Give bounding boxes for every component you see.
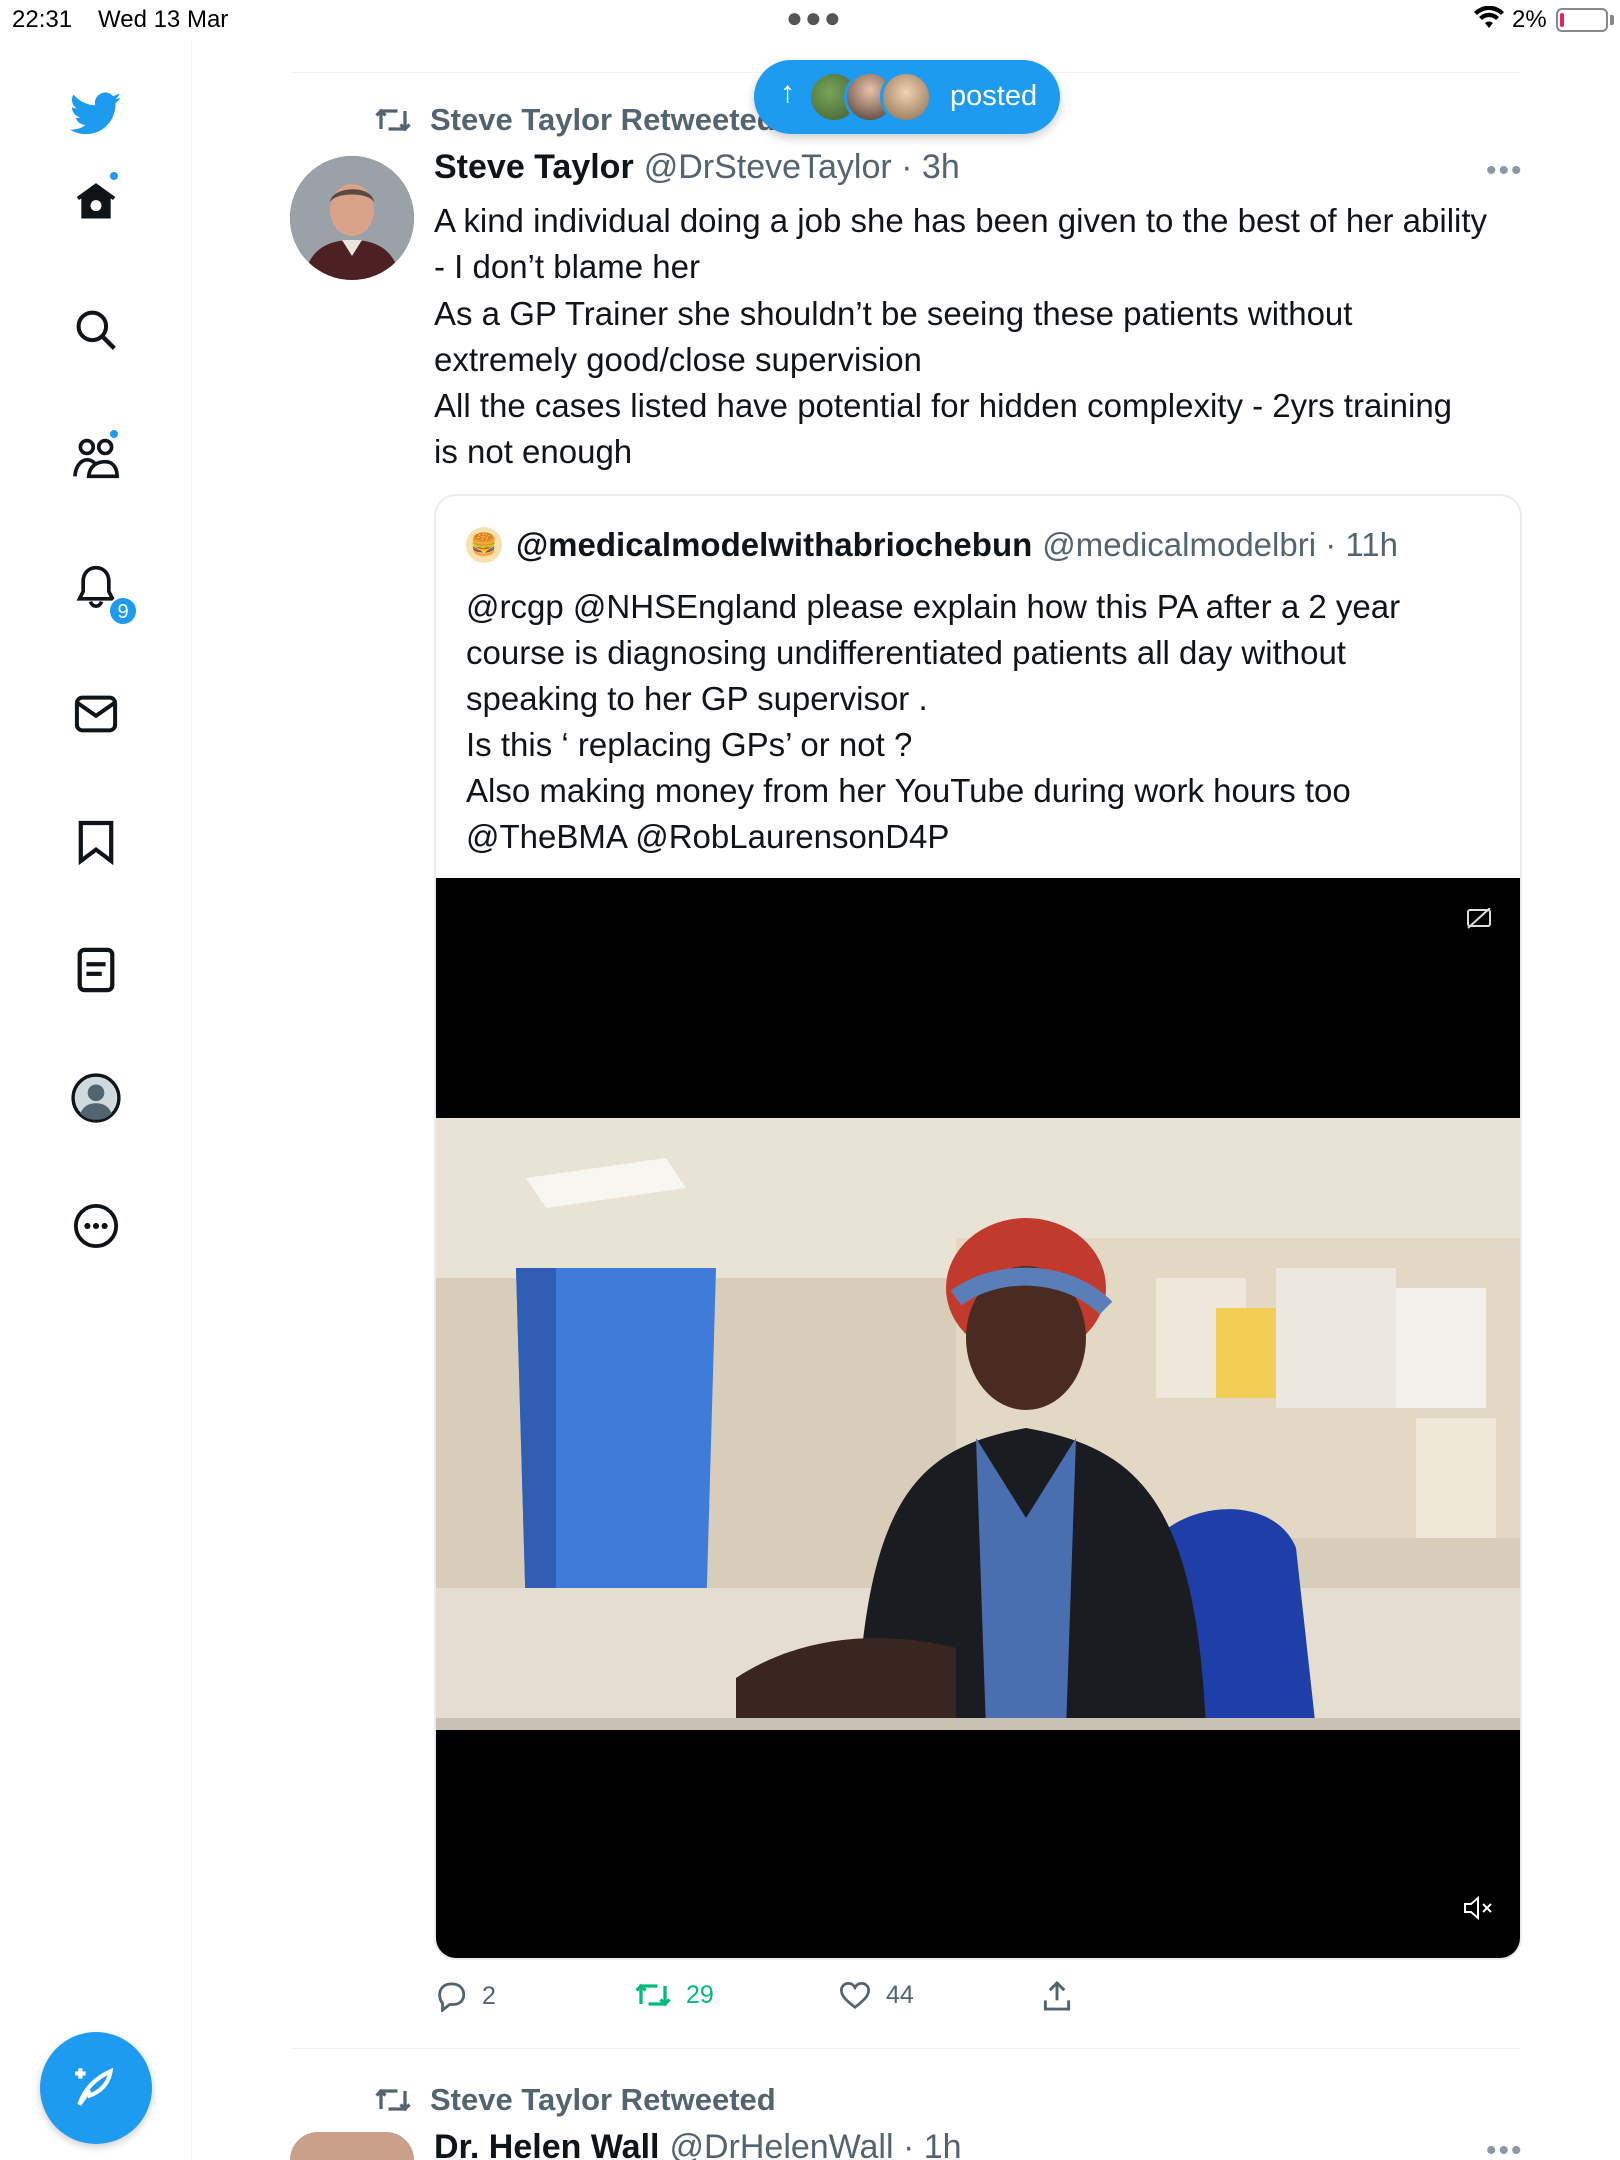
status-time: 22:31 bbox=[12, 6, 73, 33]
pill-avatar-3 bbox=[880, 71, 932, 123]
author-avatar[interactable] bbox=[290, 156, 414, 280]
video-frame[interactable] bbox=[436, 1118, 1520, 1730]
quoted-text-line: speaking to her GP supervisor . bbox=[466, 680, 928, 717]
retweet-button[interactable]: 29 bbox=[634, 1980, 714, 2010]
tweet-text-line: All the cases listed have potential for … bbox=[434, 387, 1453, 425]
author-name[interactable]: Steve Taylor bbox=[434, 148, 634, 187]
quoted-text-line: @rcgp @NHSEngland please explain how thi… bbox=[466, 588, 1401, 625]
notifications-badge: 9 bbox=[108, 596, 138, 626]
author-handle-time[interactable]: @DrHelenWall · 1h bbox=[669, 2128, 961, 2160]
tweet-divider bbox=[290, 2048, 1520, 2049]
profile-icon[interactable] bbox=[64, 1066, 128, 1130]
share-button[interactable] bbox=[1042, 1980, 1072, 2012]
battery-icon bbox=[1556, 8, 1608, 32]
reply-count: 2 bbox=[482, 1981, 496, 2010]
new-posts-label: posted bbox=[950, 80, 1038, 112]
author-name[interactable]: Dr. Helen Wall bbox=[434, 2128, 659, 2160]
communities-icon[interactable] bbox=[64, 426, 128, 490]
search-icon[interactable] bbox=[64, 298, 128, 362]
quoted-text-line: @TheBMA @RobLaurensonD4P bbox=[466, 818, 950, 855]
tweet-more-icon[interactable]: ••• bbox=[1486, 154, 1524, 188]
status-bar: 22:31 Wed 13 Mar ●●● 2% bbox=[0, 0, 1620, 40]
messages-icon[interactable] bbox=[64, 682, 128, 746]
home-icon[interactable] bbox=[64, 170, 128, 234]
tweet-actions: 2 29 44 bbox=[434, 1980, 1134, 2020]
battery-tip bbox=[1610, 15, 1614, 25]
captions-off-icon[interactable] bbox=[1466, 907, 1492, 937]
tweet-text-line: A kind individual doing a job she has be… bbox=[434, 202, 1488, 239]
tweet-header: Steve Taylor @DrSteveTaylor · 3h bbox=[434, 148, 960, 187]
compose-tweet-button[interactable] bbox=[40, 2032, 152, 2144]
author-handle-time[interactable]: @DrSteveTaylor · 3h bbox=[644, 148, 960, 187]
quoted-tweet-header: 🍔 @medicalmodelwithabriochebun @medicalm… bbox=[466, 526, 1398, 564]
mute-toggle-icon[interactable] bbox=[1462, 1894, 1494, 1927]
tweet-more-icon[interactable]: ••• bbox=[1486, 2134, 1524, 2160]
retweet-icon bbox=[375, 108, 411, 132]
heart-icon bbox=[839, 1982, 871, 2010]
tweet-header: Dr. Helen Wall @DrHelenWall · 1h bbox=[434, 2128, 962, 2160]
more-options-icon[interactable] bbox=[64, 1194, 128, 1258]
quoted-text-line: Is this ‘ replacing GPs’ or not ? bbox=[466, 726, 913, 763]
author-avatar[interactable] bbox=[290, 2132, 414, 2160]
tweet-text: A kind individual doing a job she has be… bbox=[434, 198, 1524, 476]
home-unread-dot bbox=[108, 170, 120, 182]
status-date: Wed 13 Mar bbox=[98, 6, 229, 33]
quoted-author-avatar[interactable]: 🍔 bbox=[466, 527, 502, 563]
like-count: 44 bbox=[886, 1980, 914, 2009]
quoted-text-line: course is diagnosing undifferentiated pa… bbox=[466, 634, 1346, 671]
communities-unread-dot bbox=[108, 428, 120, 440]
lists-icon[interactable] bbox=[64, 938, 128, 1002]
quoted-tweet[interactable]: 🍔 @medicalmodelwithabriochebun @medicalm… bbox=[434, 494, 1522, 1960]
retweet-context: Steve Taylor Retweeted bbox=[374, 2082, 776, 2118]
new-posts-pill[interactable]: ↑ posted bbox=[754, 60, 1060, 134]
reply-button[interactable]: 2 bbox=[434, 1980, 496, 2012]
like-button[interactable]: 44 bbox=[838, 1980, 914, 2010]
retweeted-by-label[interactable]: Steve Taylor Retweeted bbox=[430, 2082, 776, 2118]
bookmarks-icon[interactable] bbox=[64, 810, 128, 874]
tweet-text-line: is not enough bbox=[434, 433, 633, 471]
retweet-icon bbox=[375, 2088, 411, 2112]
arrow-up-icon: ↑ bbox=[780, 76, 795, 109]
retweet-context: Steve Taylor Retweeted bbox=[374, 102, 776, 138]
retweeted-by-label[interactable]: Steve Taylor Retweeted bbox=[430, 102, 776, 138]
quoted-author-handle-time[interactable]: @medicalmodelbri · 11h bbox=[1042, 526, 1398, 564]
tweet-text-line: As a GP Trainer she shouldn’t be seeing … bbox=[434, 294, 1353, 332]
battery-percent: 2% bbox=[1512, 6, 1547, 33]
share-icon bbox=[1043, 1980, 1071, 2011]
tweet-text-line: - I don’t blame her bbox=[434, 248, 700, 286]
retweet-count: 29 bbox=[686, 1980, 714, 2009]
retweet-icon bbox=[635, 1983, 671, 2007]
reply-icon bbox=[438, 1982, 466, 2012]
quoted-author-name[interactable]: @medicalmodelwithabriochebun bbox=[516, 526, 1032, 564]
video-player[interactable] bbox=[436, 878, 1520, 1958]
tweet-text-line: extremely good/close supervision bbox=[434, 340, 922, 378]
side-navigation: 9 bbox=[0, 40, 192, 2160]
multitasking-dots-icon[interactable]: ●●● bbox=[786, 2, 843, 34]
quoted-text-line: Also making money from her YouTube durin… bbox=[466, 772, 1351, 809]
twitter-logo-icon[interactable] bbox=[64, 82, 128, 146]
wifi-icon bbox=[1474, 5, 1504, 35]
quoted-tweet-text: @rcgp @NHSEngland please explain how thi… bbox=[466, 584, 1506, 860]
